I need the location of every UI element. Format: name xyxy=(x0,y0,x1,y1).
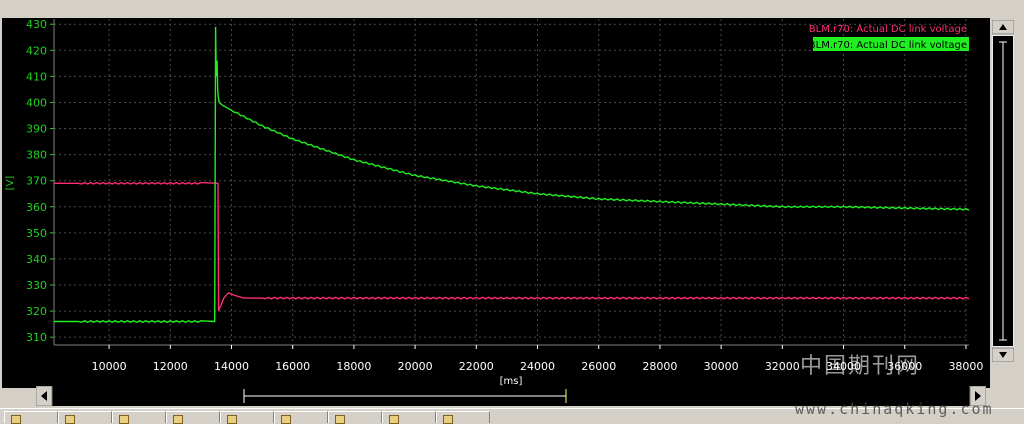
taskbar-button[interactable] xyxy=(166,411,220,424)
window-icon xyxy=(335,415,345,424)
vertical-scrollbar[interactable] xyxy=(992,20,1014,362)
window-icon xyxy=(443,415,453,424)
x-tick-label: 30000 xyxy=(704,360,739,373)
x-tick-label: 24000 xyxy=(520,360,555,373)
y-axis-label: [V] xyxy=(5,176,16,191)
x-tick-label: 18000 xyxy=(336,360,371,373)
taskbar-button[interactable] xyxy=(274,411,328,424)
taskbar-button[interactable] xyxy=(112,411,166,424)
y-tick-label: 310 xyxy=(26,331,47,344)
x-tick-label: 14000 xyxy=(214,360,249,373)
watermark-url-text: www.chinaqking.com xyxy=(795,400,994,418)
window-icon xyxy=(119,415,129,424)
x-tick-label: 26000 xyxy=(581,360,616,373)
y-tick-label: 350 xyxy=(26,227,47,240)
y-tick-label: 420 xyxy=(26,44,47,57)
window-icon xyxy=(173,415,183,424)
y-tick-label: 330 xyxy=(26,279,47,292)
legend: BLM.r70: Actual DC link voltage BLM.r70: … xyxy=(809,24,969,51)
y-tick-label: 380 xyxy=(26,149,47,162)
x-tick-label: 20000 xyxy=(398,360,433,373)
legend-entry: BLM.r70: Actual DC link voltage xyxy=(809,24,967,35)
taskbar-button[interactable] xyxy=(220,411,274,424)
taskbar-button[interactable] xyxy=(4,411,58,424)
window-icon xyxy=(281,415,291,424)
x-tick-label: 12000 xyxy=(153,360,188,373)
taskbar-button[interactable] xyxy=(58,411,112,424)
window-icon xyxy=(11,415,21,424)
taskbar-button[interactable] xyxy=(328,411,382,424)
y-tick-label: 360 xyxy=(26,201,47,214)
y-tick-label: 390 xyxy=(26,123,47,136)
x-tick-label: 38000 xyxy=(948,360,983,373)
x-tick-label: 32000 xyxy=(765,360,800,373)
y-tick-label: 370 xyxy=(26,175,47,188)
x-tick-label: 16000 xyxy=(275,360,310,373)
taskbar-button[interactable] xyxy=(382,411,436,424)
y-tick-label: 430 xyxy=(26,18,47,31)
y-tick-label: 410 xyxy=(26,70,47,83)
y-tick-label: 320 xyxy=(26,305,47,318)
taskbar-button[interactable] xyxy=(436,411,490,424)
y-tick-label: 340 xyxy=(26,253,47,266)
x-tick-label: 22000 xyxy=(459,360,494,373)
y-tick-label: 400 xyxy=(26,96,47,109)
window-icon xyxy=(227,415,237,424)
x-tick-label: 10000 xyxy=(92,360,127,373)
window-icon xyxy=(65,415,75,424)
plot-area xyxy=(54,19,969,345)
watermark-chinese-text: 中国期刊网 xyxy=(800,354,921,379)
legend-entry: BLM.r70: Actual DC link voltage xyxy=(809,40,967,51)
x-tick-label: 28000 xyxy=(642,360,677,373)
window-icon xyxy=(389,415,399,424)
